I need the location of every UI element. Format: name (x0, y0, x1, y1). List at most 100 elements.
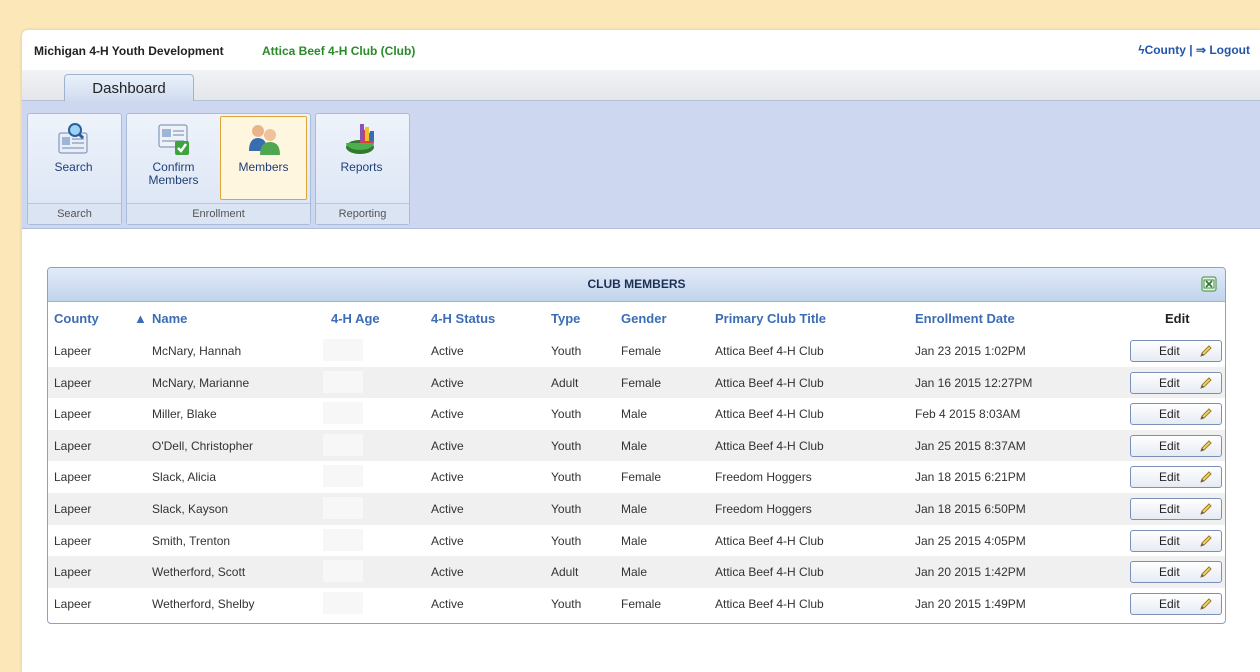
cell-status: Active (431, 407, 464, 422)
county-link[interactable]: ϟCounty (1138, 43, 1189, 57)
cell-type: Adult (551, 375, 579, 390)
edit-button[interactable]: Edit (1130, 340, 1222, 362)
column-header-type[interactable]: Type (551, 311, 580, 326)
column-header-club-title[interactable]: Primary Club Title (715, 311, 826, 326)
redacted-age-block (323, 433, 363, 456)
confirm-members-button[interactable]: Confirm Members (131, 117, 216, 199)
column-header-gender[interactable]: Gender (621, 311, 667, 326)
edit-button[interactable]: Edit (1130, 403, 1222, 426)
edit-button[interactable]: Edit (1130, 466, 1222, 489)
cell-name: McNary, Marianne (152, 375, 250, 390)
cell-gender: Male (621, 438, 648, 453)
pencil-icon (1200, 408, 1212, 420)
edit-button[interactable]: Edit (1130, 592, 1222, 615)
excel-export-icon[interactable] (1201, 276, 1217, 292)
edit-button-label: Edit (1159, 501, 1180, 516)
column-header-status[interactable]: 4-H Status (431, 311, 495, 326)
cell-enrollment-date: Jan 16 2015 12:27PM (915, 375, 1033, 390)
edit-button-label: Edit (1159, 533, 1180, 548)
redacted-age-block (323, 402, 363, 425)
column-header-age[interactable]: 4-H Age (331, 311, 380, 326)
ribbon-group-search: Search Search (27, 113, 122, 225)
column-header-name[interactable]: Name (152, 311, 187, 326)
cell-type: Adult (551, 565, 579, 580)
cell-name: O'Dell, Christopher (152, 438, 253, 453)
pencil-icon (1200, 566, 1212, 578)
cell-enrollment-date: Jan 25 2015 4:05PM (915, 533, 1026, 548)
sort-asc-icon: ▲ (134, 311, 147, 326)
table-row: Lapeer Slack, Alicia Active Youth Female Free… (48, 461, 1225, 493)
table-body: Lapeer McNary, Hannah Active Youth Female Att… (48, 335, 1225, 620)
cell-status: Active (431, 344, 464, 358)
cell-county: Lapeer (54, 470, 92, 485)
cell-club-title: Attica Beef 4-H Club (715, 407, 824, 422)
cell-type: Youth (551, 470, 582, 485)
members-button[interactable]: Members (220, 116, 307, 200)
reports-button[interactable]: Reports (319, 117, 404, 199)
redacted-age-block (323, 591, 363, 614)
ribbon-toolbar: Search Search Confirm Members Members En… (22, 101, 1260, 229)
cell-name: Smith, Trenton (152, 533, 231, 548)
cell-status: Active (431, 470, 464, 485)
edit-button-label: Edit (1159, 344, 1180, 358)
edit-button-label: Edit (1159, 596, 1180, 611)
edit-button[interactable]: Edit (1130, 434, 1222, 457)
tab-dashboard[interactable]: Dashboard (64, 74, 194, 102)
edit-button-label: Edit (1159, 375, 1180, 390)
cell-status: Active (431, 596, 464, 611)
ribbon-group-label: Search (28, 203, 121, 224)
column-header-county[interactable]: County (54, 311, 99, 326)
redacted-age-block (323, 560, 363, 583)
cell-county: Lapeer (54, 344, 92, 358)
cell-gender: Female (621, 344, 662, 358)
top-bar: Michigan 4-H Youth Development Attica Be… (22, 30, 1260, 70)
edit-button-label: Edit (1159, 565, 1180, 580)
logout-link[interactable]: ⇒ Logout (1196, 43, 1250, 57)
table-title: CLUB MEMBERS (587, 277, 686, 291)
cell-type: Youth (551, 344, 582, 358)
edit-button[interactable]: Edit (1130, 371, 1222, 394)
cell-club-title: Attica Beef 4-H Club (715, 438, 824, 453)
cell-county: Lapeer (54, 533, 92, 548)
edit-button[interactable]: Edit (1130, 497, 1222, 520)
confirm-members-icon (158, 124, 189, 155)
confirm-members-label-line2: Members (148, 173, 199, 187)
search-button[interactable]: Search (31, 117, 116, 199)
ribbon-group-label: Reporting (316, 203, 409, 224)
pie-chart-icon (345, 124, 374, 154)
club-members-table: CLUB MEMBERS County ▲ Name 4-H Age 4-H S… (47, 267, 1226, 624)
table-row: Lapeer McNary, Marianne Active Adult Female A… (48, 366, 1225, 399)
table-title-bar: CLUB MEMBERS (48, 268, 1225, 302)
ribbon-group-reporting: Reports Reporting (315, 113, 410, 225)
search-card-icon (58, 123, 87, 154)
cell-county: Lapeer (54, 596, 92, 611)
table-row: Lapeer Wetherford, Scott Active Adult Male At… (48, 556, 1225, 588)
search-button-label: Search (54, 160, 93, 174)
ribbon-group-label: Enrollment (127, 203, 310, 224)
cell-club-title: Freedom Hoggers (715, 501, 812, 516)
cell-status: Active (431, 438, 464, 453)
edit-button[interactable]: Edit (1130, 561, 1222, 584)
pencil-icon (1200, 345, 1212, 357)
cell-name: Slack, Alicia (152, 470, 217, 485)
cell-county: Lapeer (54, 375, 92, 390)
redacted-age-block (323, 528, 363, 551)
edit-button[interactable]: Edit (1130, 529, 1222, 552)
table-row: Lapeer Miller, Blake Active Youth Male Attica… (48, 398, 1225, 430)
logout-icon: ⇒ (1195, 43, 1206, 57)
cell-club-title: Attica Beef 4-H Club (715, 596, 824, 611)
table-header-row: County ▲ Name 4-H Age 4-H Status Type Ge… (48, 302, 1225, 335)
pencil-icon (1200, 376, 1212, 389)
top-right-links: ϟCounty | ⇒ Logout (1138, 43, 1250, 57)
cell-status: Active (431, 501, 464, 516)
table-row: Lapeer Smith, Trenton Active Youth Male Attic… (48, 524, 1225, 557)
cell-enrollment-date: Jan 18 2015 6:21PM (915, 470, 1026, 485)
club-name: Attica Beef 4-H Club (Club) (262, 44, 416, 58)
pencil-icon (1200, 598, 1212, 610)
table-row: Lapeer Wetherford, Shelby Active Youth Femal… (48, 587, 1225, 620)
edit-button-label: Edit (1159, 438, 1180, 453)
table-row: Lapeer O'Dell, Christopher Active Youth Male… (48, 429, 1225, 462)
cell-status: Active (431, 533, 464, 548)
column-header-enrollment-date[interactable]: Enrollment Date (915, 311, 1015, 326)
cell-gender: Male (621, 501, 648, 516)
